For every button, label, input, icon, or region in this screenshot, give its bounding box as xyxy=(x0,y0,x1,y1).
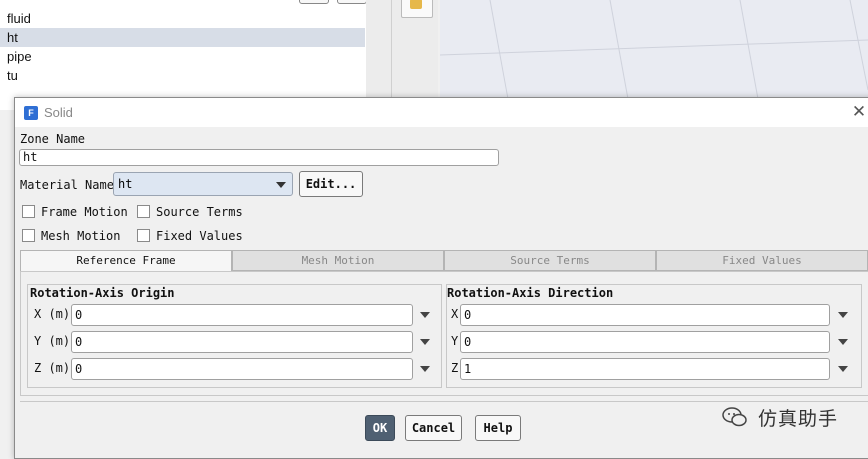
group-title: Rotation-Axis Origin xyxy=(30,286,175,300)
fixed-values-label: Fixed Values xyxy=(156,229,243,243)
material-select-value: ht xyxy=(118,177,133,191)
dropdown-arrow-icon[interactable] xyxy=(420,366,430,372)
cancel-button[interactable]: Cancel xyxy=(405,415,462,441)
origin-y-label: Y (m) xyxy=(34,334,71,348)
zone-name-input[interactable]: ht xyxy=(19,149,499,166)
source-terms-checkbox[interactable] xyxy=(137,205,150,218)
direction-y-label: Y xyxy=(451,334,459,348)
dropdown-arrow-icon[interactable] xyxy=(420,312,430,318)
app-icon: F xyxy=(24,106,38,120)
dropdown-arrow-icon[interactable] xyxy=(838,339,848,345)
grid-lines xyxy=(440,0,868,110)
toolbar-button[interactable] xyxy=(337,0,367,4)
direction-x-label: X xyxy=(451,307,459,321)
zone-name-label: Zone Name xyxy=(20,132,86,146)
zone-list-item[interactable]: ht xyxy=(7,30,18,45)
dropdown-arrow-icon[interactable] xyxy=(420,339,430,345)
toolbar-strip xyxy=(366,0,438,110)
wechat-icon xyxy=(722,407,747,427)
tab-reference-frame[interactable]: Reference Frame xyxy=(20,250,232,271)
origin-x-label: X (m) xyxy=(34,307,71,321)
source-terms-label: Source Terms xyxy=(156,205,243,219)
tool-icon xyxy=(410,0,422,9)
origin-z-input[interactable]: 0 xyxy=(71,358,413,380)
zone-list-item[interactable]: pipe xyxy=(7,49,32,64)
direction-z-label: Z xyxy=(451,361,459,375)
frame-motion-checkbox[interactable] xyxy=(22,205,35,218)
watermark-text: 仿真助手 xyxy=(758,408,839,430)
dropdown-arrow-icon[interactable] xyxy=(838,366,848,372)
direction-y-input[interactable]: 0 xyxy=(460,331,830,353)
dropdown-arrow-icon[interactable] xyxy=(838,312,848,318)
edit-material-button[interactable]: Edit... xyxy=(299,171,363,197)
tab-mesh-motion[interactable]: Mesh Motion xyxy=(232,250,444,271)
fixed-values-checkbox[interactable] xyxy=(137,229,150,242)
origin-y-input[interactable]: 0 xyxy=(71,331,413,353)
origin-z-label: Z (m) xyxy=(34,361,71,375)
chevron-down-icon xyxy=(276,182,286,188)
zone-list-item[interactable]: fluid xyxy=(7,11,31,26)
watermark: 仿真助手 xyxy=(722,402,852,432)
rotation-axis-origin-group: Rotation-Axis Origin X (m) 0 Y (m) 0 Z (… xyxy=(27,284,442,388)
title-bar: F Solid ✕ xyxy=(15,98,868,127)
selection-highlight xyxy=(0,28,365,47)
material-select[interactable]: ht xyxy=(113,172,293,196)
mesh-motion-label: Mesh Motion xyxy=(41,229,121,243)
mesh-motion-checkbox[interactable] xyxy=(22,229,35,242)
reference-frame-panel: Rotation-Axis Origin X (m) 0 Y (m) 0 Z (… xyxy=(20,271,868,396)
zone-list-item[interactable]: tu xyxy=(7,68,18,83)
graphics-viewport[interactable] xyxy=(440,0,868,110)
origin-x-input[interactable]: 0 xyxy=(71,304,413,326)
display-tool-button[interactable] xyxy=(401,0,433,18)
rotation-axis-direction-group: Rotation-Axis Direction X 0 Y 0 Z 1 xyxy=(446,284,862,388)
material-name-label: Material Name xyxy=(20,178,114,192)
close-icon[interactable]: ✕ xyxy=(848,101,868,123)
tab-fixed-values[interactable]: Fixed Values xyxy=(656,250,868,271)
toolbar-button[interactable] xyxy=(299,0,329,4)
help-button[interactable]: Help xyxy=(475,415,521,441)
direction-x-input[interactable]: 0 xyxy=(460,304,830,326)
ok-button[interactable]: OK xyxy=(365,415,395,441)
tab-source-terms[interactable]: Source Terms xyxy=(444,250,656,271)
group-title: Rotation-Axis Direction xyxy=(447,286,614,300)
divider xyxy=(391,0,392,110)
zone-list: fluid ht pipe tu xyxy=(0,0,367,110)
frame-motion-label: Frame Motion xyxy=(41,205,128,219)
dialog-title: Solid xyxy=(44,105,73,120)
direction-z-input[interactable]: 1 xyxy=(460,358,830,380)
